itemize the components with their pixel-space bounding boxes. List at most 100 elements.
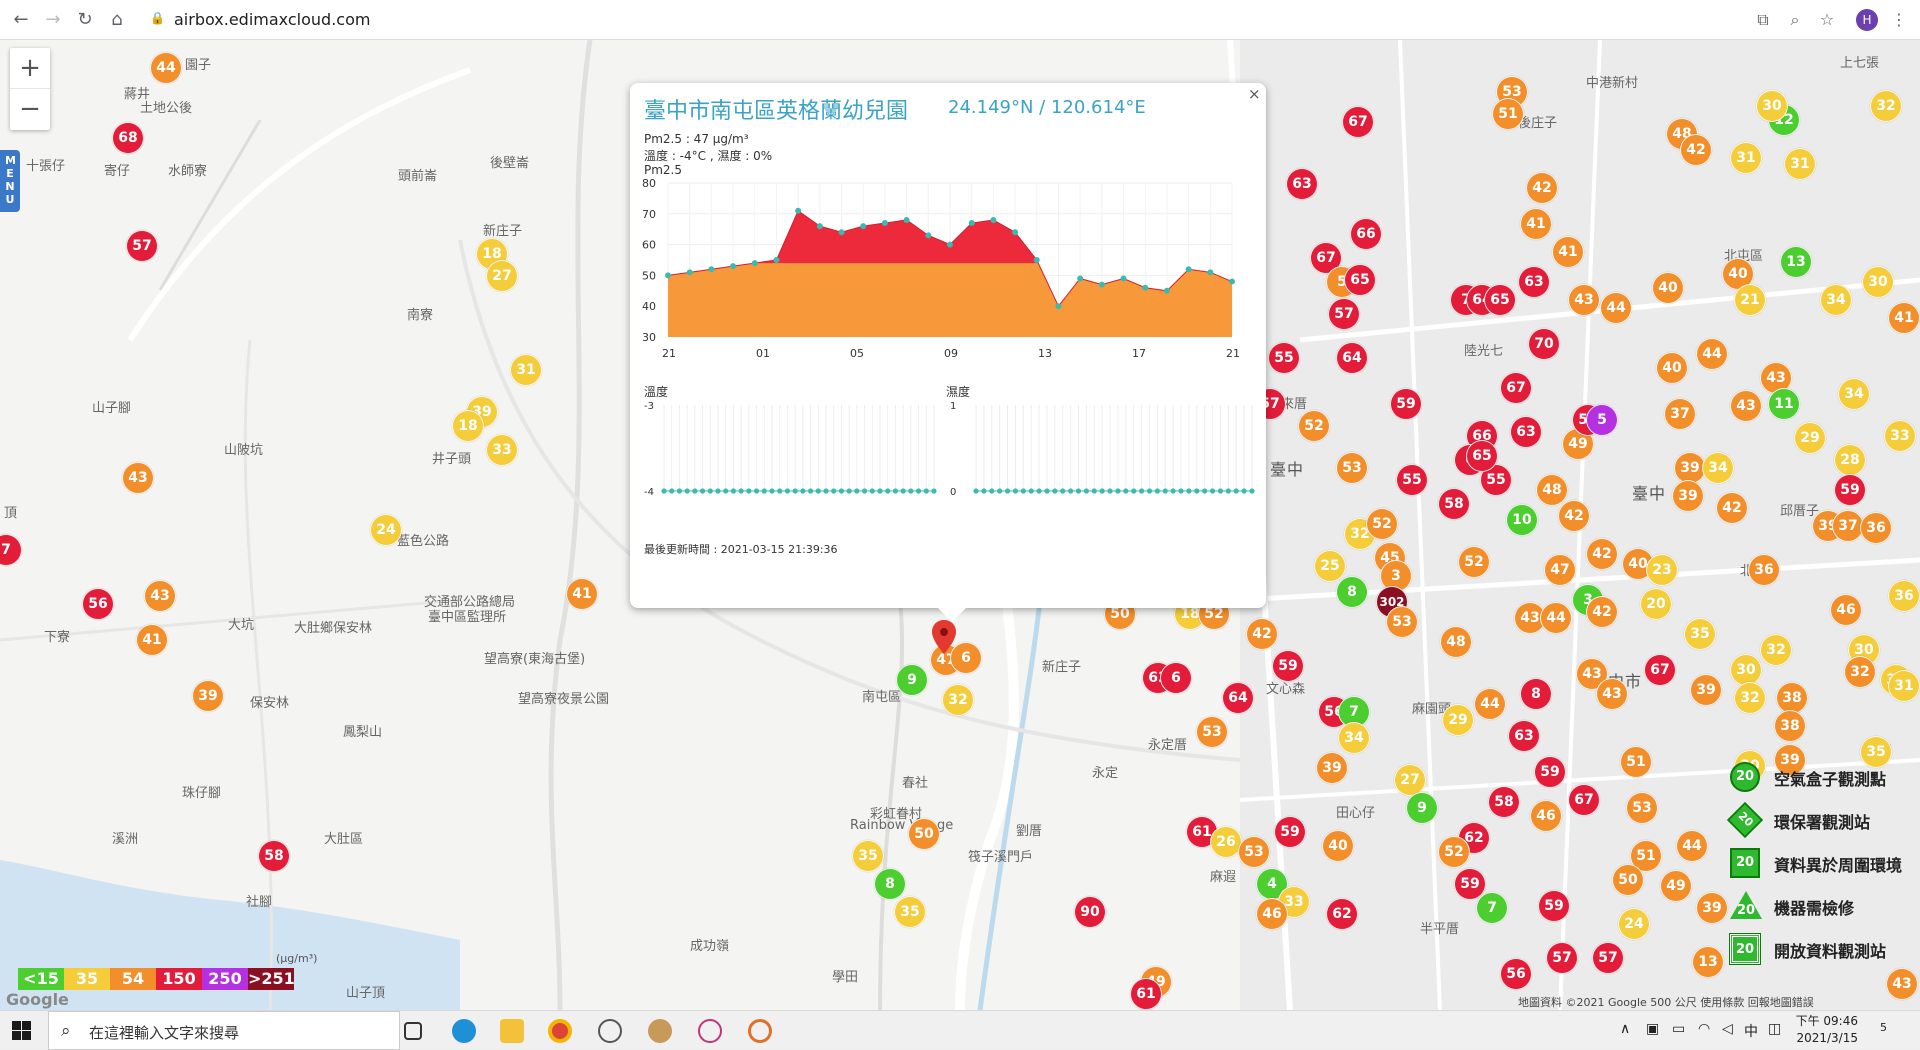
airbox-marker[interactable]: 57 [1546,942,1578,974]
airbox-marker[interactable]: 48 [1536,474,1568,506]
airbox-marker[interactable]: 48 [1440,626,1472,658]
airbox-marker[interactable]: 55 [1396,464,1428,496]
pm-point[interactable] [708,266,715,273]
airbox-marker[interactable]: 90 [1074,896,1106,928]
pm-point[interactable] [1033,257,1040,263]
flat-point[interactable] [1099,488,1105,494]
flat-point[interactable] [1178,488,1184,494]
airbox-marker[interactable]: 63 [1518,266,1550,298]
tray-icon-1[interactable]: ▣ [1646,1021,1659,1037]
airbox-marker[interactable]: 64 [1222,682,1254,714]
zoom-out-button[interactable]: − [10,89,50,130]
flat-point[interactable] [738,488,744,494]
pm-point[interactable] [1120,275,1127,282]
pm-point[interactable] [1055,303,1062,310]
airbox-marker[interactable]: 41 [566,578,598,610]
airbox-marker[interactable]: 34 [1820,284,1852,316]
pm-point[interactable] [1077,275,1084,282]
flat-point[interactable] [715,488,721,494]
airbox-marker[interactable]: 39 [1690,674,1722,706]
flat-point[interactable] [915,488,922,494]
airbox-marker[interactable]: 39 [1672,480,1704,512]
flat-point[interactable] [1131,488,1137,494]
popup-close-button[interactable]: × [1248,85,1261,103]
airbox-marker[interactable]: 41 [1888,302,1920,334]
airbox-marker[interactable]: 44 [1696,338,1728,370]
flat-point[interactable] [761,488,767,494]
pm-point[interactable] [990,216,997,223]
airbox-marker[interactable]: 52 [1458,546,1490,578]
airbox-marker[interactable]: 32 [1844,656,1876,688]
file-explorer-icon[interactable] [500,1019,524,1043]
airbox-marker[interactable]: 65 [1466,440,1498,472]
airbox-marker[interactable]: 37 [1664,398,1696,430]
flat-point[interactable] [1068,488,1074,494]
airbox-marker[interactable]: 42 [1716,492,1748,524]
airbox-marker[interactable]: 63 [1510,416,1542,448]
airbox-marker[interactable]: 25 [1314,550,1346,582]
map-attribution[interactable]: 地圖資料 ©2021 Google 500 公尺 使用條款 回報地圖錯誤 [1518,994,1814,1010]
flat-point[interactable] [807,488,814,494]
pm-point[interactable] [838,229,845,236]
app-icon-2[interactable] [648,1019,672,1043]
airbox-marker[interactable]: 6 [1160,662,1192,694]
airbox-marker[interactable]: 36 [1888,580,1920,612]
airbox-marker[interactable]: 34 [1702,452,1734,484]
airbox-marker[interactable]: 20 [1640,588,1672,620]
airbox-marker[interactable]: 34 [1338,722,1370,754]
flat-point[interactable] [973,488,979,494]
airbox-marker[interactable]: 23 [1646,554,1678,586]
pm-point[interactable] [903,216,910,223]
airbox-marker[interactable]: 32 [1870,90,1902,122]
airbox-marker[interactable]: 42 [1526,172,1558,204]
airbox-marker[interactable]: 40 [1656,352,1688,384]
pm-point[interactable] [968,220,975,227]
pm-point[interactable] [816,223,823,230]
airbox-marker[interactable]: 43 [1730,390,1762,422]
pm-point[interactable] [751,260,758,267]
airbox-marker[interactable]: 66 [1350,218,1382,250]
flat-point[interactable] [1162,488,1168,494]
airbox-marker[interactable]: 46 [1530,800,1562,832]
airbox-marker[interactable]: 44 [1474,688,1506,720]
airbox-marker[interactable]: 42 [1558,500,1590,532]
airbox-marker[interactable]: 9 [896,664,928,696]
airbox-marker[interactable]: 24 [370,514,402,546]
flat-point[interactable] [1044,488,1050,494]
flat-point[interactable] [900,488,906,494]
airbox-marker[interactable]: 65 [1344,264,1376,296]
airbox-marker[interactable]: 59 [1534,756,1566,788]
airbox-marker[interactable]: 32 [1760,634,1792,666]
airbox-marker[interactable]: 57 [1328,298,1360,330]
airbox-marker[interactable]: 59 [1538,890,1570,922]
flat-point[interactable] [723,488,729,494]
flat-point[interactable] [931,488,937,494]
airbox-marker[interactable]: 35 [852,840,884,872]
flat-point[interactable] [823,488,829,494]
flat-point[interactable] [981,488,987,494]
windows-start-icon[interactable] [12,1021,32,1041]
airbox-marker[interactable]: 9 [1406,792,1438,824]
zoom-in-button[interactable]: + [10,48,50,89]
ime-indicator[interactable]: 中 [1744,1021,1758,1041]
flat-point[interactable] [1012,488,1019,494]
flat-point[interactable] [784,488,791,494]
airbox-marker[interactable]: 40 [1322,830,1354,862]
forward-icon[interactable]: → [40,7,66,33]
wifi-icon[interactable]: ◠ [1698,1021,1710,1037]
airbox-marker[interactable]: 43 [1568,284,1600,316]
airbox-marker[interactable]: 33 [486,434,518,466]
flat-point[interactable] [1083,488,1089,494]
airbox-marker[interactable]: 55 [1268,342,1300,374]
airbox-marker[interactable]: 21 [1734,284,1766,316]
flat-point[interactable] [1020,488,1026,494]
edge-icon[interactable] [452,1019,476,1043]
flat-point[interactable] [1217,488,1224,494]
airbox-marker[interactable]: 52 [1366,508,1398,540]
airbox-marker[interactable]: 53 [1386,606,1418,638]
airbox-marker[interactable]: 43 [1886,968,1918,1000]
menu-tab[interactable]: MENU [0,150,20,212]
airbox-marker[interactable]: 53 [1196,716,1228,748]
airbox-marker[interactable]: 52 [1298,410,1330,442]
airbox-marker[interactable]: 63 [1508,720,1540,752]
